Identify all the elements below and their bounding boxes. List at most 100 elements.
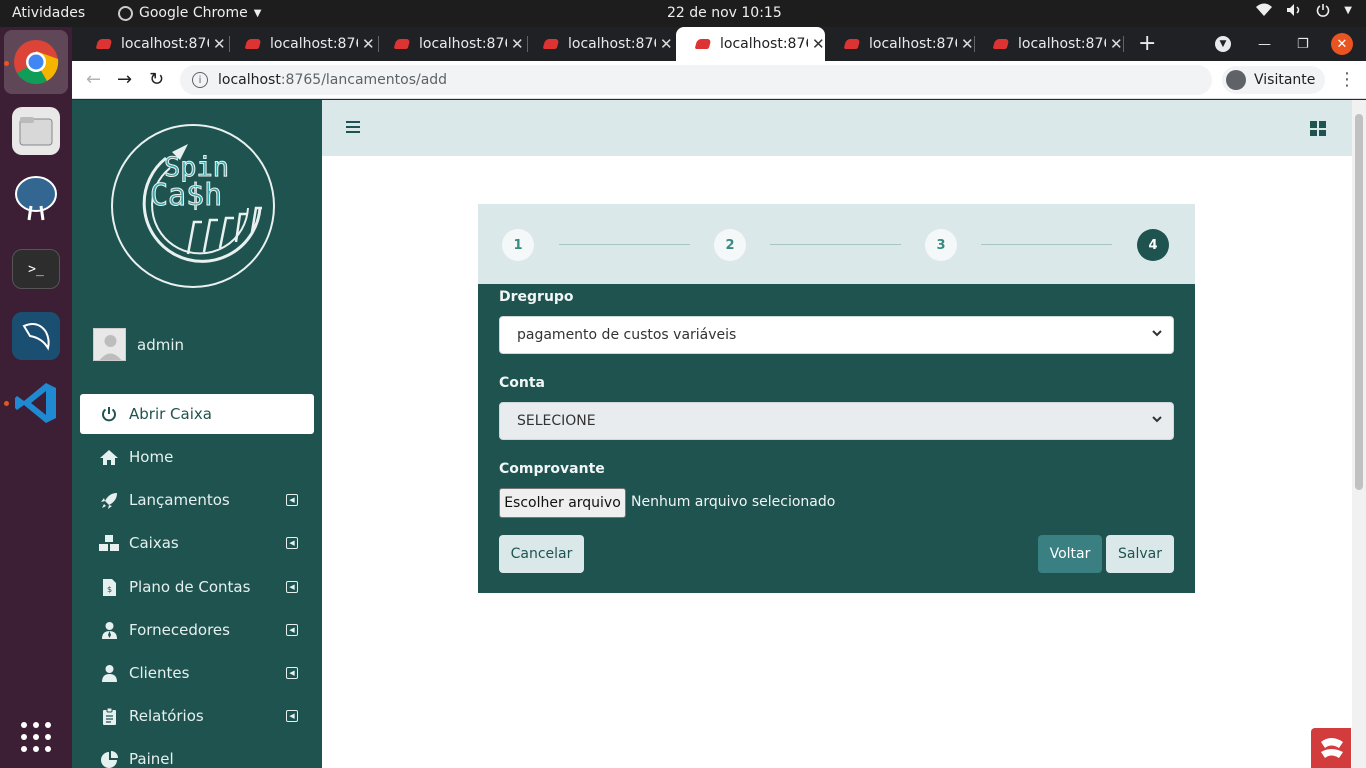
site-info-icon[interactable]: i	[192, 72, 208, 88]
step-2[interactable]: 2	[714, 229, 746, 261]
spin-cash-logo: Spin Ca$h	[110, 122, 276, 290]
close-window-button[interactable]: ✕	[1331, 27, 1353, 61]
sidebar-item-fornecedores[interactable]: Fornecedores ◀	[80, 610, 314, 650]
close-tab-icon[interactable]: ✕	[961, 35, 974, 53]
dock-files[interactable]	[12, 107, 60, 155]
chevron-left-icon: ◀	[286, 581, 298, 593]
invoice-icon: $	[99, 578, 119, 596]
svg-text:$: $	[107, 585, 112, 594]
browser-tab[interactable]: localhost:8765 ✕	[974, 27, 1123, 61]
sidebar-item-home[interactable]: Home	[80, 437, 314, 477]
close-tab-icon[interactable]: ✕	[660, 35, 673, 53]
browser-tab[interactable]: localhost:8765 ✕	[77, 27, 226, 61]
close-tab-icon[interactable]: ✕	[362, 35, 375, 53]
system-tray[interactable]: ▼	[1256, 3, 1352, 21]
tab-separator	[1123, 36, 1124, 52]
sidebar-item-label: Painel	[129, 750, 174, 768]
dock-chrome[interactable]	[12, 38, 60, 86]
step-1[interactable]: 1	[502, 229, 534, 261]
conta-select[interactable]: SELECIONE	[499, 402, 1174, 440]
clock[interactable]: 22 de nov 10:15	[667, 5, 782, 21]
cancel-button[interactable]: Cancelar	[499, 535, 584, 573]
profile-button[interactable]: Visitante	[1222, 66, 1326, 94]
sidebar-item-label: Lançamentos	[129, 491, 230, 509]
dolphin-icon	[22, 323, 50, 351]
chevron-down-icon: ▼	[253, 7, 262, 19]
tab-title: localhost:8765	[121, 36, 209, 52]
user-panel[interactable]: admin	[93, 328, 184, 361]
dregrupo-select[interactable]: pagamento de custos variáveis	[499, 316, 1174, 354]
app-name: Google Chrome	[139, 5, 248, 21]
sidebar-item-plano-de-contas[interactable]: $ Plano de Contas ◀	[80, 567, 314, 607]
chevron-left-icon: ◀	[286, 710, 298, 722]
sidebar-item-abrir-caixa[interactable]: Abrir Caixa	[80, 394, 314, 434]
dashboard-grid-icon[interactable]	[1310, 121, 1326, 136]
url-host: localhost	[218, 72, 281, 88]
browser-toolbar: ← → ↻ i localhost:8765/lancamentos/add V…	[72, 61, 1366, 99]
save-button[interactable]: Salvar	[1106, 535, 1174, 573]
page-header	[322, 100, 1352, 156]
new-tab-icon[interactable]: +	[1138, 31, 1156, 56]
lancamento-wizard-card: 1 2 3 4 Dregrupo pagamento de custos var…	[478, 204, 1195, 593]
files-icon	[19, 117, 53, 146]
chevron-left-icon: ◀	[286, 537, 298, 549]
page-scrollbar[interactable]	[1352, 100, 1366, 768]
browser-tab[interactable]: localhost:8765 ✕	[375, 27, 524, 61]
choose-file-button[interactable]: Escolher arquivo	[499, 488, 626, 518]
cakephp-favicon	[992, 39, 1010, 49]
dock: >_	[0, 27, 72, 768]
sidebar-item-label: Abrir Caixa	[129, 405, 212, 423]
close-tab-icon[interactable]: ✕	[213, 35, 226, 53]
forward-arrow-icon[interactable]: →	[117, 69, 132, 90]
browser-tab[interactable]: localhost:8765 ✕	[524, 27, 673, 61]
app-menu[interactable]: Google Chrome ▼	[118, 5, 261, 21]
browser-tab[interactable]: localhost:8765 ✕	[226, 27, 375, 61]
home-icon	[99, 449, 119, 465]
conta-selected-value: SELECIONE	[517, 413, 596, 429]
dock-pgadmin[interactable]	[12, 174, 60, 222]
chrome-icon	[14, 40, 59, 84]
cakephp-favicon	[694, 39, 712, 49]
sidebar-item-clientes[interactable]: Clientes ◀	[80, 653, 314, 693]
dock-vscode[interactable]	[12, 379, 60, 427]
comprovante-label: Comprovante	[499, 461, 605, 477]
scrollbar-thumb[interactable]	[1355, 114, 1363, 490]
dock-app-grid[interactable]	[12, 713, 60, 761]
back-button[interactable]: Voltar	[1038, 535, 1102, 573]
step-4-current[interactable]: 4	[1137, 229, 1169, 261]
more-menu-icon[interactable]: ⋮	[1338, 69, 1356, 90]
sidebar-item-caixas[interactable]: Caixas ◀	[80, 523, 314, 563]
activities-button[interactable]: Atividades	[12, 5, 85, 21]
step-3[interactable]: 3	[925, 229, 957, 261]
dock-mysql-workbench[interactable]	[12, 312, 60, 360]
tab-search-icon[interactable]: ▼	[1215, 27, 1231, 61]
rocket-icon	[99, 492, 119, 509]
dock-terminal[interactable]: >_	[12, 249, 60, 289]
boxes-icon	[99, 535, 119, 551]
sidebar-item-lancamentos[interactable]: Lançamentos ◀	[80, 480, 314, 520]
logo-text-cash: Ca$h	[149, 178, 223, 214]
close-tab-icon[interactable]: ✕	[511, 35, 524, 53]
chevron-down-icon	[1151, 327, 1163, 342]
close-tab-icon[interactable]: ✕	[812, 35, 825, 53]
pie-chart-icon	[99, 750, 119, 768]
debug-kit-icon[interactable]	[1311, 728, 1351, 768]
cakephp-favicon	[244, 39, 262, 49]
chevron-left-icon: ◀	[286, 667, 298, 679]
sidebar-item-relatorios[interactable]: Relatórios ◀	[80, 696, 314, 736]
browser-tab-active[interactable]: localhost:8765 ✕	[676, 27, 825, 61]
reload-icon[interactable]: ↻	[149, 69, 164, 90]
browser-tab[interactable]: localhost:8765 ✕	[825, 27, 974, 61]
back-arrow-icon[interactable]: ←	[86, 69, 101, 90]
close-tab-icon[interactable]: ✕	[1110, 35, 1123, 53]
hamburger-menu-icon[interactable]	[346, 121, 360, 136]
user-icon	[99, 664, 119, 682]
restore-icon[interactable]: ❐	[1297, 27, 1309, 61]
supplier-icon	[99, 621, 119, 639]
conta-label: Conta	[499, 375, 545, 391]
sidebar-item-label: Caixas	[129, 534, 179, 552]
sidebar-item-painel[interactable]: Painel	[80, 739, 314, 768]
address-bar[interactable]: i localhost:8765/lancamentos/add	[180, 65, 1212, 95]
minimize-icon[interactable]: —	[1258, 27, 1271, 61]
tab-title: localhost:8765	[1018, 36, 1106, 52]
